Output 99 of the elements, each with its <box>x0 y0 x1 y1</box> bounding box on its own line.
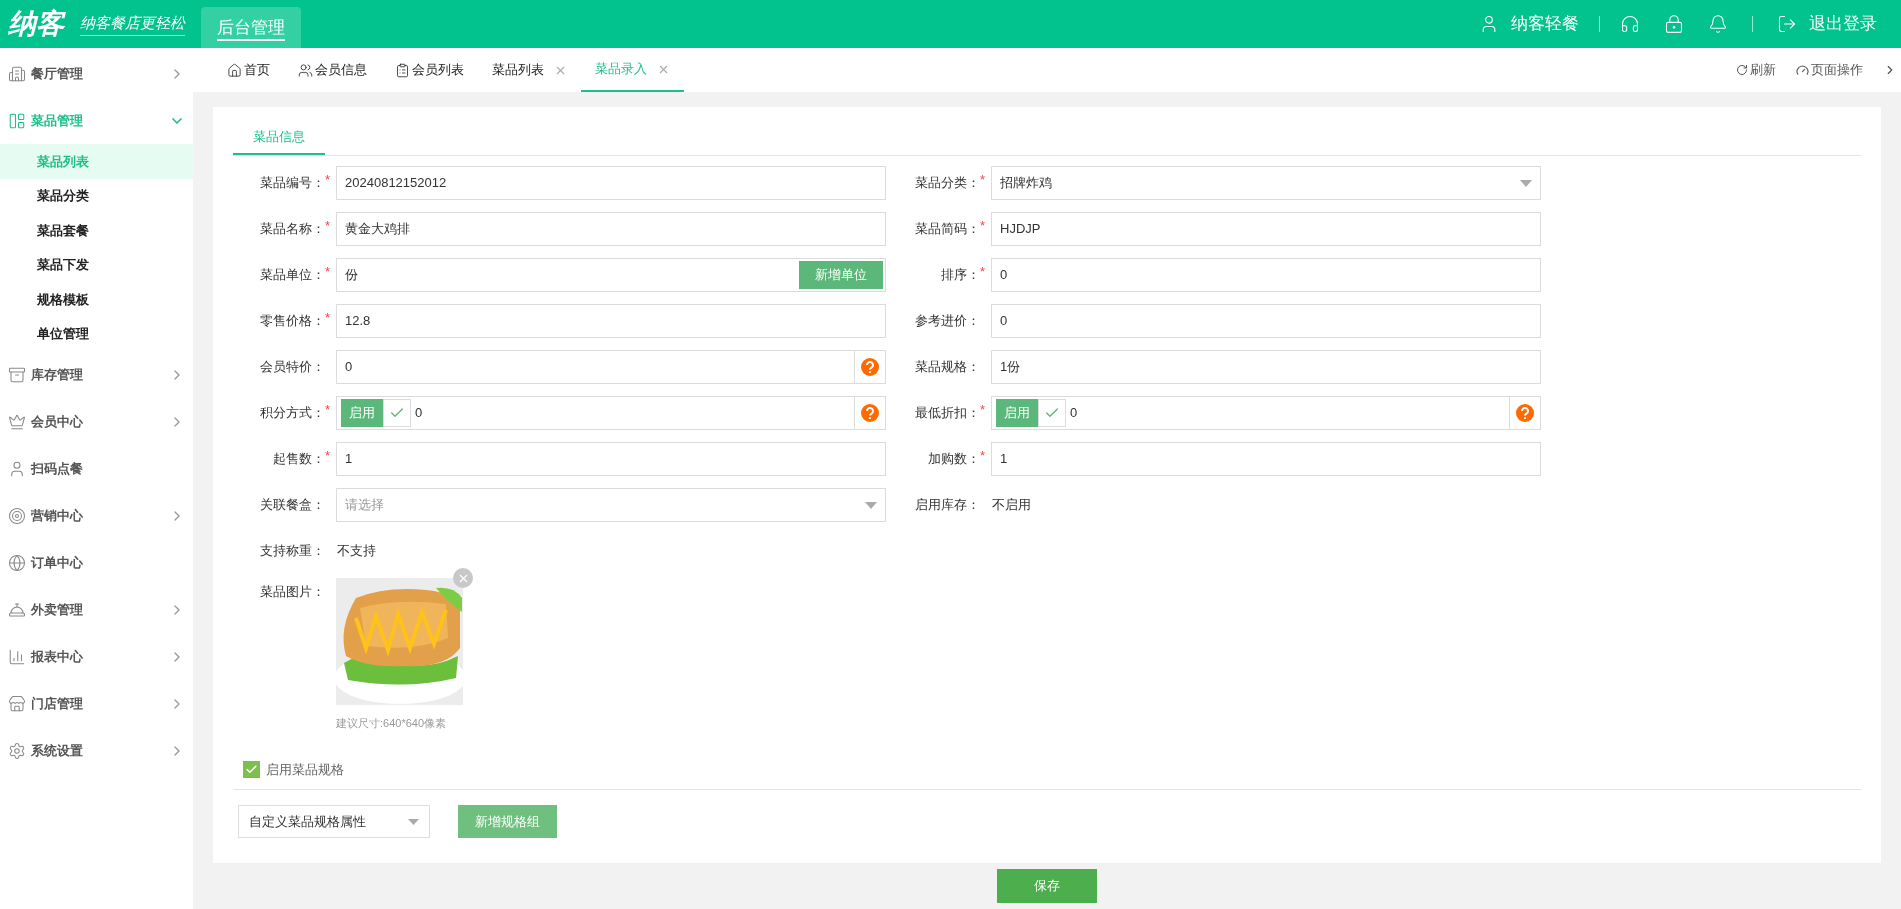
submenu-item[interactable]: 菜品套餐 <box>0 213 193 248</box>
required-mark: * <box>325 219 331 232</box>
field-label: 菜品简码： <box>914 220 980 239</box>
required-mark: * <box>980 219 986 232</box>
field-label: 启用库存： <box>914 496 980 515</box>
slogan: 纳客餐店更轻松 <box>80 12 185 36</box>
sidebar-item[interactable]: 会员中心 <box>0 398 193 445</box>
clipboard-icon <box>395 62 410 78</box>
help-icon[interactable] <box>861 358 879 376</box>
required-mark: * <box>325 265 331 278</box>
field-label: 零售价格： <box>259 312 325 331</box>
submenu-item[interactable]: 单位管理 <box>0 316 193 351</box>
required-mark: * <box>325 403 331 416</box>
text-field[interactable]: 1 <box>336 442 886 476</box>
caret-icon <box>408 818 419 825</box>
unit-field[interactable]: 份 新增单位 <box>336 258 886 292</box>
archive-icon <box>8 365 26 384</box>
bell-icon[interactable] <box>1708 14 1728 34</box>
help-icon[interactable] <box>1516 404 1534 422</box>
globe-icon <box>8 553 26 572</box>
sidebar-item[interactable]: 报表中心 <box>0 633 193 680</box>
field-value: 不支持 <box>336 542 377 561</box>
tab-action[interactable]: 刷新 <box>1736 60 1776 80</box>
logout-icon <box>1777 14 1797 34</box>
lock-icon[interactable] <box>1664 14 1684 34</box>
headset-icon[interactable] <box>1620 14 1640 34</box>
text-field[interactable]: 1 <box>991 442 1541 476</box>
target-icon <box>8 506 26 525</box>
required-mark: * <box>325 173 331 186</box>
store-icon <box>8 694 26 713</box>
text-field[interactable]: 12.8 <box>336 304 886 338</box>
page-tab[interactable]: 首页 <box>213 48 284 92</box>
text-field[interactable]: 0 <box>991 258 1541 292</box>
submenu-item[interactable]: 菜品下发 <box>0 247 193 282</box>
user-icon <box>8 459 26 478</box>
spec-select[interactable]: 自定义菜品规格属性 <box>238 805 430 838</box>
toggle-field[interactable]: 启用 0 <box>336 396 886 430</box>
sidebar-item[interactable]: 系统设置 <box>0 727 193 774</box>
select-field[interactable]: 招牌炸鸡 <box>991 166 1541 200</box>
logo: 纳客 <box>8 7 64 41</box>
field-value: 不启用 <box>991 496 1032 515</box>
layout-icon <box>8 111 26 130</box>
text-field[interactable]: 黄金大鸡排 <box>336 212 886 246</box>
building-icon <box>8 64 26 83</box>
field-label: 菜品名称： <box>259 220 325 239</box>
page-tab[interactable]: 菜品列表 <box>478 48 581 92</box>
field-label: 菜品规格： <box>914 358 980 377</box>
sidebar-item[interactable]: 餐厅管理 <box>0 50 193 97</box>
spec-checkbox[interactable] <box>243 760 260 778</box>
field-label: 最低折扣： <box>914 404 980 423</box>
required-mark: * <box>325 449 331 462</box>
sidebar-item[interactable]: 订单中心 <box>0 539 193 586</box>
refresh-icon[interactable] <box>1736 64 1748 76</box>
bell-icon <box>8 600 26 619</box>
help-icon[interactable] <box>861 404 879 422</box>
sidebar-item[interactable]: 营销中心 <box>0 492 193 539</box>
sidebar-item[interactable]: 库存管理 <box>0 351 193 398</box>
sidebar-item[interactable]: 扫码点餐 <box>0 445 193 492</box>
required-mark: * <box>980 449 986 462</box>
required-mark: * <box>980 265 986 278</box>
required-mark: * <box>980 173 986 186</box>
checkbox-label: 启用菜品规格 <box>266 760 344 779</box>
field-label: 菜品单位： <box>259 266 325 285</box>
field-label: 参考进价： <box>914 312 980 331</box>
field-label: 支持称重： <box>259 542 325 561</box>
home-icon <box>227 62 242 78</box>
page-tab[interactable]: 会员信息 <box>284 48 381 92</box>
field-label: 菜品编号： <box>259 174 325 193</box>
text-field[interactable]: HJDJP <box>991 212 1541 246</box>
tab-action[interactable]: 页面操作 <box>1796 60 1863 80</box>
field-label: 会员特价： <box>259 358 325 377</box>
bar-chart-icon <box>8 647 26 666</box>
required-mark: * <box>325 311 331 324</box>
gauge-icon[interactable] <box>1796 63 1809 77</box>
field-label: 排序： <box>940 266 980 285</box>
field-label: 菜品分类： <box>914 174 980 193</box>
user-icon <box>298 62 313 78</box>
check-icon <box>245 762 258 776</box>
text-field[interactable]: 0 <box>991 304 1541 338</box>
settings-icon <box>8 741 26 760</box>
field-label: 加购数： <box>927 450 980 469</box>
price-field[interactable]: 0 <box>336 350 886 384</box>
submenu-item[interactable]: 规格模板 <box>0 282 193 317</box>
field-label: 积分方式： <box>259 404 325 423</box>
caret-icon <box>1520 179 1532 187</box>
text-field[interactable]: 20240812152012 <box>336 166 886 200</box>
required-mark: * <box>980 403 986 416</box>
sidebar-item[interactable]: 门店管理 <box>0 680 193 727</box>
page-tab[interactable]: 会员列表 <box>381 48 478 92</box>
field-label: 菜品图片： <box>259 583 325 601</box>
caret-icon <box>865 501 877 509</box>
field-label: 起售数： <box>272 450 325 469</box>
submenu-item[interactable]: 菜品分类 <box>0 178 193 213</box>
toggle-field[interactable]: 启用 0 <box>991 396 1541 430</box>
field-label: 关联餐盒： <box>259 496 325 515</box>
text-field[interactable]: 1份 <box>991 350 1541 384</box>
crown-icon <box>8 412 26 431</box>
image-size-hint: 建议尺寸:640*640像素 <box>336 716 448 731</box>
sidebar-item[interactable]: 外卖管理 <box>0 586 193 633</box>
